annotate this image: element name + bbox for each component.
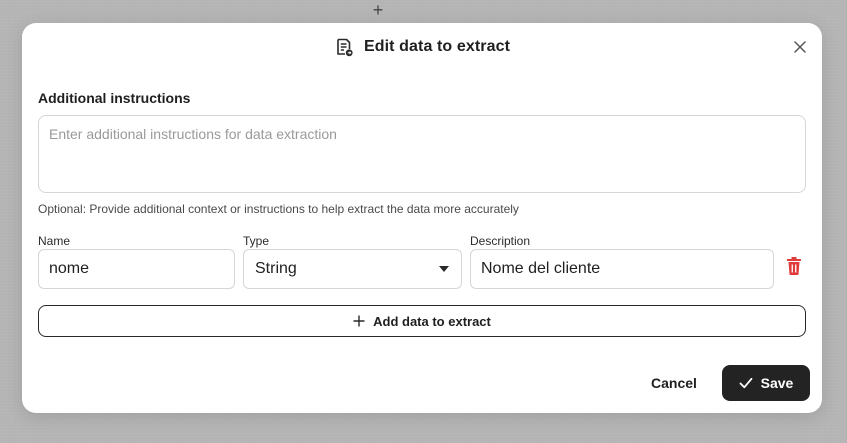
dialog-title: Edit data to extract: [363, 38, 511, 55]
plus-icon: [353, 315, 365, 327]
additional-instructions-label: Additional instructions: [38, 90, 191, 106]
field-name-input[interactable]: [38, 249, 235, 289]
save-label: Save: [760, 375, 794, 391]
save-button[interactable]: Save: [722, 365, 810, 401]
type-column-label: Type: [243, 234, 270, 248]
edit-data-dialog: Edit data to extract Additional instruct…: [22, 23, 822, 413]
field-type-select[interactable]: String: [243, 249, 462, 289]
trash-icon: [786, 257, 802, 275]
add-data-label: Add data to extract: [373, 313, 491, 329]
background-plus-icon: +: [372, 0, 384, 20]
caret-down-icon: [439, 266, 449, 272]
add-data-button[interactable]: Add data to extract: [38, 305, 806, 337]
close-button[interactable]: [792, 39, 808, 55]
dialog-header: Edit data to extract: [22, 35, 822, 59]
document-extract-icon: [334, 37, 354, 57]
check-icon: [739, 377, 753, 389]
cancel-button[interactable]: Cancel: [642, 366, 706, 400]
description-column-label: Description: [470, 234, 531, 248]
close-icon: [794, 41, 806, 53]
name-column-label: Name: [38, 234, 71, 248]
field-type-value: String: [255, 260, 297, 277]
instructions-hint: Optional: Provide additional context or …: [38, 202, 519, 216]
field-description-input[interactable]: [470, 249, 774, 289]
delete-field-button[interactable]: [785, 256, 803, 276]
additional-instructions-input[interactable]: [38, 115, 806, 193]
